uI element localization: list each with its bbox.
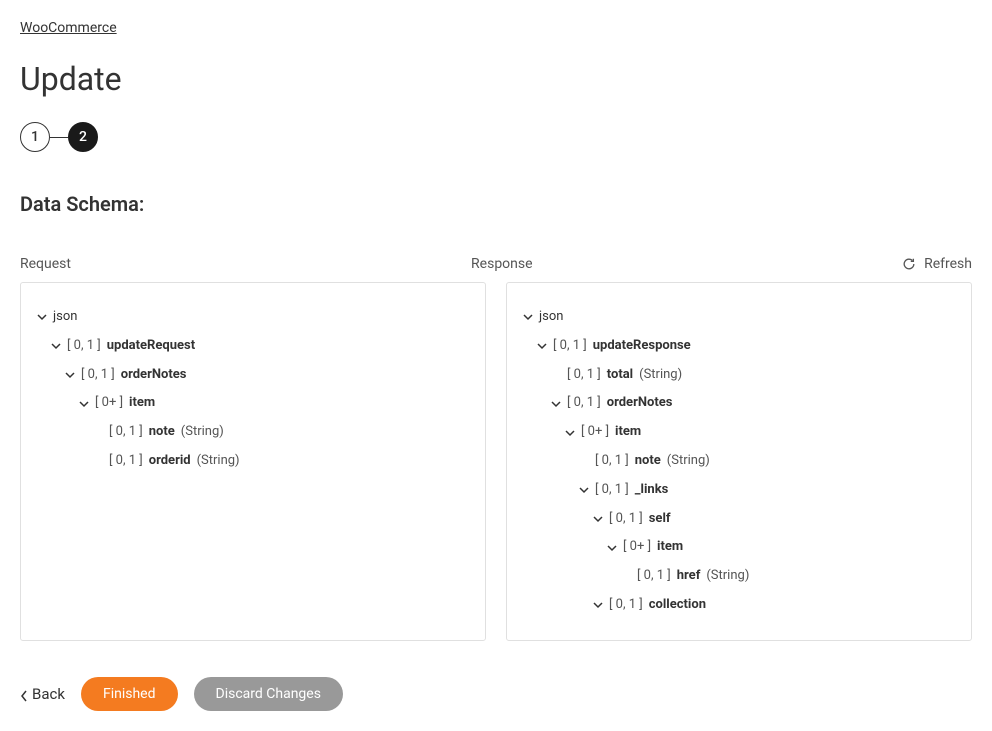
tree-node-updateresponse[interactable]: [ 0, 1 ] updateResponse [523, 332, 955, 361]
page-title: Update [20, 60, 972, 98]
chevron-down-icon[interactable] [37, 312, 47, 322]
node-cardinality: [ 0, 1 ] [553, 336, 587, 357]
node-cardinality: [ 0, 1 ] [567, 365, 601, 386]
node-label: orderNotes [607, 393, 673, 414]
node-type: (String) [197, 451, 240, 472]
node-label: note [149, 422, 175, 443]
node-label: orderNotes [121, 365, 187, 386]
tree-node-json[interactable]: json [523, 303, 955, 332]
chevron-down-icon[interactable] [79, 399, 89, 409]
node-label: item [615, 422, 641, 443]
node-cardinality: [ 0+ ] [623, 537, 651, 558]
chevron-down-icon[interactable] [51, 341, 61, 351]
node-label: json [53, 307, 77, 328]
tree-node-links[interactable]: [ 0, 1 ] _links [523, 476, 955, 505]
node-cardinality: [ 0, 1 ] [609, 509, 643, 530]
node-label: self [649, 509, 671, 530]
node-label: note [635, 451, 661, 472]
response-panel: json [ 0, 1 ] updateResponse [ 0, 1 ] to… [506, 282, 972, 641]
node-type: (String) [181, 422, 224, 443]
tree-node-item[interactable]: [ 0+ ] item [523, 418, 955, 447]
tree-node-ordernotes[interactable]: [ 0, 1 ] orderNotes [523, 389, 955, 418]
chevron-down-icon[interactable] [565, 428, 575, 438]
node-cardinality: [ 0, 1 ] [109, 451, 143, 472]
node-label: item [129, 393, 155, 414]
tree-node-self-item[interactable]: [ 0+ ] item [523, 533, 955, 562]
node-label: total [607, 365, 633, 386]
step-connector [50, 137, 68, 138]
tree-node-json[interactable]: json [37, 303, 469, 332]
discard-button[interactable]: Discard Changes [194, 677, 343, 711]
footer: Back Finished Discard Changes [20, 677, 972, 711]
node-cardinality: [ 0, 1 ] [595, 480, 629, 501]
tree-node-item[interactable]: [ 0+ ] item [37, 389, 469, 418]
request-label: Request [20, 256, 451, 272]
step-1[interactable]: 1 [20, 122, 50, 152]
tree-node-updaterequest[interactable]: [ 0, 1 ] updateRequest [37, 332, 469, 361]
node-cardinality: [ 0, 1 ] [67, 336, 101, 357]
node-label: item [657, 537, 683, 558]
tree-node-self[interactable]: [ 0, 1 ] self [523, 505, 955, 534]
chevron-down-icon[interactable] [593, 600, 603, 610]
refresh-icon [902, 257, 916, 271]
node-type: (String) [639, 365, 682, 386]
tree-node-note[interactable]: [ 0, 1 ] note (String) [37, 418, 469, 447]
chevron-down-icon[interactable] [551, 399, 561, 409]
node-label: json [539, 307, 563, 328]
tree-node-href[interactable]: [ 0, 1 ] href (String) [523, 562, 955, 591]
breadcrumb-link[interactable]: WooCommerce [20, 20, 117, 36]
node-cardinality: [ 0+ ] [95, 393, 123, 414]
chevron-down-icon[interactable] [579, 485, 589, 495]
finished-button[interactable]: Finished [81, 677, 178, 711]
refresh-button[interactable]: Refresh [902, 256, 972, 272]
chevron-down-icon[interactable] [607, 543, 617, 553]
chevron-down-icon[interactable] [593, 514, 603, 524]
node-label: updateRequest [107, 336, 195, 357]
request-panel: json [ 0, 1 ] updateRequest [ 0, 1 ] ord… [20, 282, 486, 641]
tree-node-note[interactable]: [ 0, 1 ] note (String) [523, 447, 955, 476]
node-label: updateResponse [593, 336, 691, 357]
step-2[interactable]: 2 [68, 122, 98, 152]
node-cardinality: [ 0, 1 ] [609, 595, 643, 616]
tree-node-ordernotes[interactable]: [ 0, 1 ] orderNotes [37, 361, 469, 390]
node-type: (String) [667, 451, 710, 472]
node-label: collection [649, 595, 706, 616]
node-cardinality: [ 0, 1 ] [81, 365, 115, 386]
node-cardinality: [ 0, 1 ] [595, 451, 629, 472]
tree-node-collection[interactable]: [ 0, 1 ] collection [523, 591, 955, 620]
back-button[interactable]: Back [20, 677, 65, 711]
node-label: orderid [149, 451, 191, 472]
node-label: href [677, 566, 701, 587]
chevron-down-icon[interactable] [65, 370, 75, 380]
tree-node-orderid[interactable]: [ 0, 1 ] orderid (String) [37, 447, 469, 476]
chevron-down-icon[interactable] [537, 341, 547, 351]
section-title: Data Schema: [20, 192, 972, 216]
chevron-down-icon[interactable] [523, 312, 533, 322]
node-cardinality: [ 0, 1 ] [109, 422, 143, 443]
node-type: (String) [706, 566, 749, 587]
node-cardinality: [ 0, 1 ] [567, 393, 601, 414]
back-label: Back [32, 685, 65, 703]
node-cardinality: [ 0+ ] [581, 422, 609, 443]
node-label: _links [635, 480, 669, 501]
chevron-left-icon [20, 688, 28, 700]
response-label: Response [471, 256, 902, 272]
stepper: 1 2 [20, 122, 972, 152]
node-cardinality: [ 0, 1 ] [637, 566, 671, 587]
refresh-label: Refresh [924, 256, 972, 272]
tree-node-total[interactable]: [ 0, 1 ] total (String) [523, 361, 955, 390]
